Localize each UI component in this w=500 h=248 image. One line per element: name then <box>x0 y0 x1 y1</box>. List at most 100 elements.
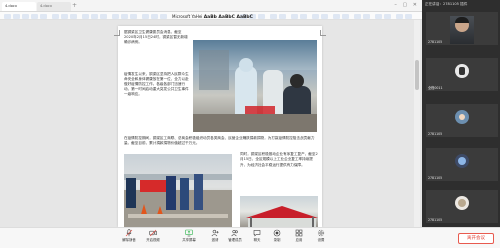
chat-icon <box>253 229 261 237</box>
share-screen-icon <box>185 229 193 237</box>
doc-paragraph-4: 同时，铜梁区积极推动企业有序复工复产，截至2月15日，全区规模以上工业企业复工率… <box>240 152 318 167</box>
ribbon-button[interactable] <box>82 13 89 19</box>
ribbon-button[interactable] <box>160 13 167 19</box>
chat-button[interactable]: 聊天 <box>246 229 268 243</box>
participant-tile[interactable]: 2781105 <box>426 190 498 223</box>
ribbon-button[interactable] <box>396 13 403 19</box>
document-photo-tent[interactable] <box>240 196 318 227</box>
photo-tent-pole <box>312 217 314 227</box>
photo-red-banner <box>140 180 166 192</box>
record-label: 录制 <box>273 238 281 242</box>
avatar-figure <box>459 67 465 75</box>
doc-paragraph-2: 疫情发生以来，铜梁区坚持把人民群众生命安全和身体健康放在第一位，全力以赴做好疫情… <box>124 72 189 96</box>
ribbon-button[interactable] <box>151 13 158 19</box>
photo-person <box>126 178 136 208</box>
ribbon-button[interactable] <box>321 13 328 19</box>
document-photo-medical-staff[interactable] <box>193 40 317 132</box>
participant-tile[interactable]: 2781105 <box>426 148 498 181</box>
mute-label: 解除静音 <box>122 238 136 242</box>
font-name: Microsoft YaHei <box>172 13 203 19</box>
photo-person-head <box>239 58 253 72</box>
photo-ground <box>193 114 317 132</box>
ribbon-button[interactable] <box>112 13 119 19</box>
ribbon-button[interactable] <box>52 13 59 19</box>
participants-icon <box>231 229 239 237</box>
ribbon-button[interactable] <box>312 13 319 19</box>
manage-participants-label: 管理成员 <box>228 238 242 242</box>
participant-name: 2781105 <box>428 132 443 136</box>
ribbon-button[interactable] <box>270 13 277 19</box>
apps-label: 应用 <box>295 238 303 242</box>
ribbon-button[interactable] <box>258 13 265 19</box>
ribbon-button[interactable] <box>405 13 412 19</box>
settings-button[interactable]: 设置 <box>310 229 332 243</box>
record-icon <box>273 229 281 237</box>
ribbon-button[interactable] <box>354 13 361 19</box>
invite-icon <box>211 229 219 237</box>
photo-building <box>199 50 229 90</box>
ribbon-button[interactable] <box>31 13 38 19</box>
gear-icon <box>317 229 325 237</box>
ribbon-button[interactable] <box>300 13 307 19</box>
avatar-figure <box>458 199 466 207</box>
doc-paragraph-1: 据铜梁区卫生健康委员会消息，截至2020年2月15日24时，铜梁区暂无新增确诊病… <box>124 30 188 44</box>
participant-tile[interactable]: 全程0011 <box>426 58 498 91</box>
style-samples: AaBb AaBbC AaBbC <box>203 14 253 20</box>
ribbon-button[interactable] <box>291 13 298 19</box>
page-corner-mark <box>114 30 120 36</box>
ribbon-button[interactable] <box>375 13 382 19</box>
invite-label: 邀请 <box>211 238 219 242</box>
photo-person-head <box>290 74 304 88</box>
ribbon-button[interactable] <box>363 13 370 19</box>
microphone-icon <box>125 229 133 237</box>
ribbon-button[interactable] <box>4 13 11 19</box>
ribbon-button[interactable] <box>61 13 68 19</box>
ribbon-button[interactable] <box>40 13 47 19</box>
new-tab-button[interactable]: + <box>72 2 80 11</box>
record-button[interactable]: 录制 <box>266 229 288 243</box>
avatar-face <box>459 114 465 120</box>
apps-button[interactable]: 应用 <box>288 229 310 243</box>
participant-name: 2781105 <box>428 218 443 222</box>
ribbon-button[interactable] <box>384 13 391 19</box>
ribbon-button[interactable] <box>342 13 349 19</box>
ribbon-button[interactable] <box>100 13 107 19</box>
manage-participants-button[interactable]: 管理成员 <box>224 229 246 243</box>
photo-red-tent-roof <box>246 206 318 218</box>
ribbon-button[interactable] <box>13 13 20 19</box>
tab-label: 4.docx <box>40 4 53 8</box>
ribbon-button[interactable] <box>333 13 340 19</box>
ribbon-button[interactable] <box>121 13 128 19</box>
photo-tent-pole <box>250 217 252 227</box>
settings-label: 设置 <box>317 238 325 242</box>
ribbon-button[interactable] <box>22 13 29 19</box>
scrollbar-thumb[interactable] <box>415 60 419 90</box>
participant-tile[interactable]: 2781105 <box>426 104 498 137</box>
document-tab-1[interactable]: 4.docx <box>2 2 36 11</box>
document-scrollbar[interactable] <box>414 20 420 227</box>
ribbon-button[interactable] <box>130 13 137 19</box>
chat-label: 聊天 <box>253 238 261 242</box>
avatar-figure <box>458 157 466 165</box>
apps-grid-icon <box>295 229 303 237</box>
participant-hair <box>455 17 469 23</box>
video-button[interactable]: 开启视频 <box>142 229 164 243</box>
ribbon-button[interactable] <box>70 13 77 19</box>
photo-person <box>166 176 176 210</box>
invite-button[interactable]: 邀请 <box>204 229 226 243</box>
document-tab-2[interactable]: 4.docx <box>37 2 71 11</box>
photo-person <box>180 178 189 210</box>
ribbon-button[interactable] <box>279 13 286 19</box>
document-photo-checkpoint[interactable] <box>124 154 232 227</box>
window-controls[interactable]: – ▢ ✕ <box>394 2 419 8</box>
photo-red-banner <box>245 106 275 114</box>
page-corner-mark <box>320 30 326 36</box>
ribbon-button[interactable] <box>91 13 98 19</box>
ribbon-button[interactable] <box>142 13 149 19</box>
leave-meeting-button[interactable]: 离开会议 <box>458 233 494 244</box>
camera-icon <box>149 229 157 237</box>
participant-name: 全程0011 <box>428 86 443 90</box>
share-screen-button[interactable]: 共享屏幕 <box>178 229 200 243</box>
participant-tile[interactable]: 2781105 <box>426 12 498 45</box>
mute-button[interactable]: 解除静音 <box>118 229 140 243</box>
